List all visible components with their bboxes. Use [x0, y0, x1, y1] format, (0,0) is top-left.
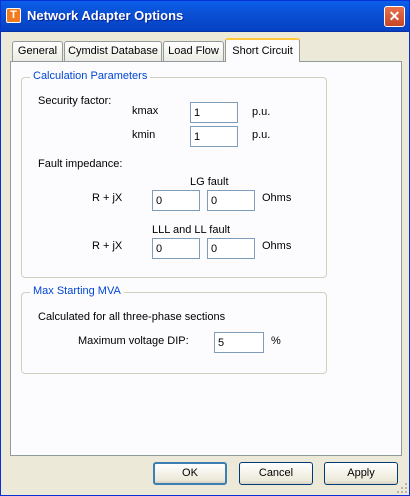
tab-general[interactable]: General — [12, 41, 63, 61]
kmin-unit-label: p.u. — [252, 129, 271, 141]
lg-impedance-label: R + jX — [92, 192, 123, 204]
calculation-parameters-group: Calculation Parameters Security factor: … — [21, 70, 327, 278]
apply-button[interactable]: Apply — [324, 462, 398, 485]
short-circuit-panel: Calculation Parameters Security factor: … — [10, 61, 402, 456]
lll-fault-label: LLL and LL fault — [152, 224, 231, 236]
percent-unit-label: % — [271, 335, 281, 347]
close-button[interactable]: ✕ — [384, 6, 405, 27]
max-starting-mva-title: Max Starting MVA — [30, 285, 124, 297]
resize-grip-icon[interactable] — [397, 483, 407, 493]
dialog-window: T Network Adapter Options ✕ General Cymd… — [0, 0, 410, 496]
tab-cymdist-database[interactable]: Cymdist Database — [64, 41, 162, 61]
lll-ohms-label: Ohms — [262, 240, 292, 252]
kmax-unit-label: p.u. — [252, 106, 271, 118]
kmax-label: kmax — [132, 105, 159, 117]
security-factor-label: Security factor: — [38, 95, 112, 107]
tab-load-flow[interactable]: Load Flow — [163, 41, 224, 61]
lll-impedance-label: R + jX — [92, 240, 123, 252]
lll-r-input[interactable] — [152, 238, 200, 259]
ok-button[interactable]: OK — [153, 462, 227, 485]
lg-r-input[interactable] — [152, 190, 200, 211]
calculation-parameters-title: Calculation Parameters — [30, 70, 151, 82]
kmin-input[interactable] — [190, 126, 238, 147]
voltage-dip-label: Maximum voltage DIP: — [78, 335, 189, 347]
tab-short-circuit[interactable]: Short Circuit — [225, 38, 300, 62]
lg-fault-label: LG fault — [190, 176, 229, 188]
kmax-input[interactable] — [190, 102, 238, 123]
app-icon: T — [6, 8, 21, 23]
three-phase-description: Calculated for all three-phase sections — [38, 311, 226, 323]
window-title: Network Adapter Options — [27, 8, 184, 23]
kmin-label: kmin — [132, 129, 156, 141]
title-bar[interactable]: T Network Adapter Options ✕ — [1, 1, 409, 32]
fault-impedance-label: Fault impedance: — [38, 158, 123, 170]
lg-ohms-label: Ohms — [262, 192, 292, 204]
close-icon: ✕ — [388, 8, 401, 24]
voltage-dip-input[interactable] — [214, 332, 264, 353]
cancel-button[interactable]: Cancel — [239, 462, 313, 485]
lll-x-input[interactable] — [207, 238, 255, 259]
max-starting-mva-group: Max Starting MVA Calculated for all thre… — [21, 285, 327, 374]
lg-x-input[interactable] — [207, 190, 255, 211]
